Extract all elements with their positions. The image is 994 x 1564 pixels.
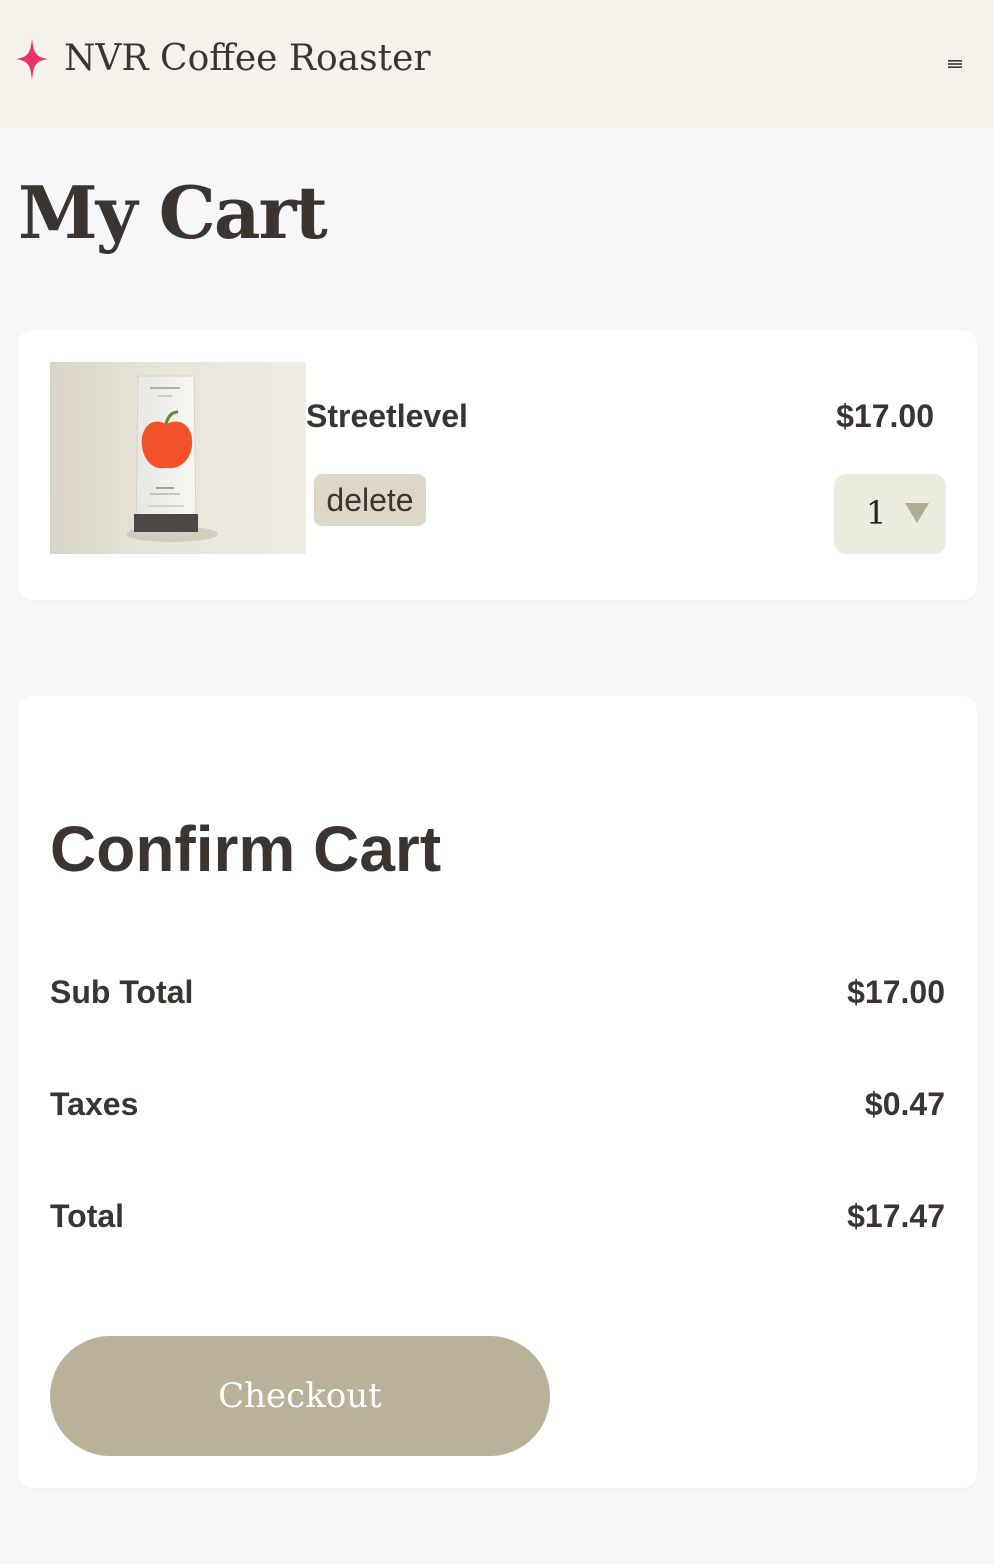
hamburger-menu-icon[interactable]: [947, 58, 963, 70]
coffee-bag-illustration: [126, 375, 218, 542]
quantity-select[interactable]: 1: [834, 474, 946, 554]
product-name[interactable]: Streetlevel: [306, 398, 468, 435]
taxes-value: $0.47: [864, 1086, 945, 1122]
summary-row-total: Total $17.47: [50, 1198, 945, 1242]
summary-row-taxes: Taxes $0.47: [50, 1086, 945, 1130]
subtotal-label: Sub Total: [50, 974, 194, 1010]
coffee-bag-image: [50, 362, 306, 554]
taxes-label: Taxes: [50, 1086, 139, 1122]
subtotal-value: $17.00: [847, 974, 945, 1010]
quantity-value: 1: [866, 494, 887, 532]
site-header: NVR Coffee Roaster: [0, 0, 994, 128]
cart-item-card: Streetlevel delete $17.00 1: [18, 330, 977, 600]
confirm-cart-title: Confirm Cart: [50, 813, 442, 885]
checkout-button[interactable]: Checkout: [50, 1336, 550, 1456]
total-value: $17.47: [847, 1198, 945, 1234]
delete-button[interactable]: delete: [314, 474, 426, 526]
confirm-cart-card: Confirm Cart Sub Total $17.00 Taxes $0.4…: [18, 696, 977, 1488]
chevron-down-icon: [905, 503, 929, 523]
summary-row-subtotal: Sub Total $17.00: [50, 974, 945, 1018]
sparkle-star-icon: [16, 38, 48, 80]
page-title: My Cart: [18, 170, 328, 255]
item-price: $17.00: [836, 398, 934, 434]
total-label: Total: [50, 1198, 125, 1234]
brand-name[interactable]: NVR Coffee Roaster: [64, 38, 431, 79]
